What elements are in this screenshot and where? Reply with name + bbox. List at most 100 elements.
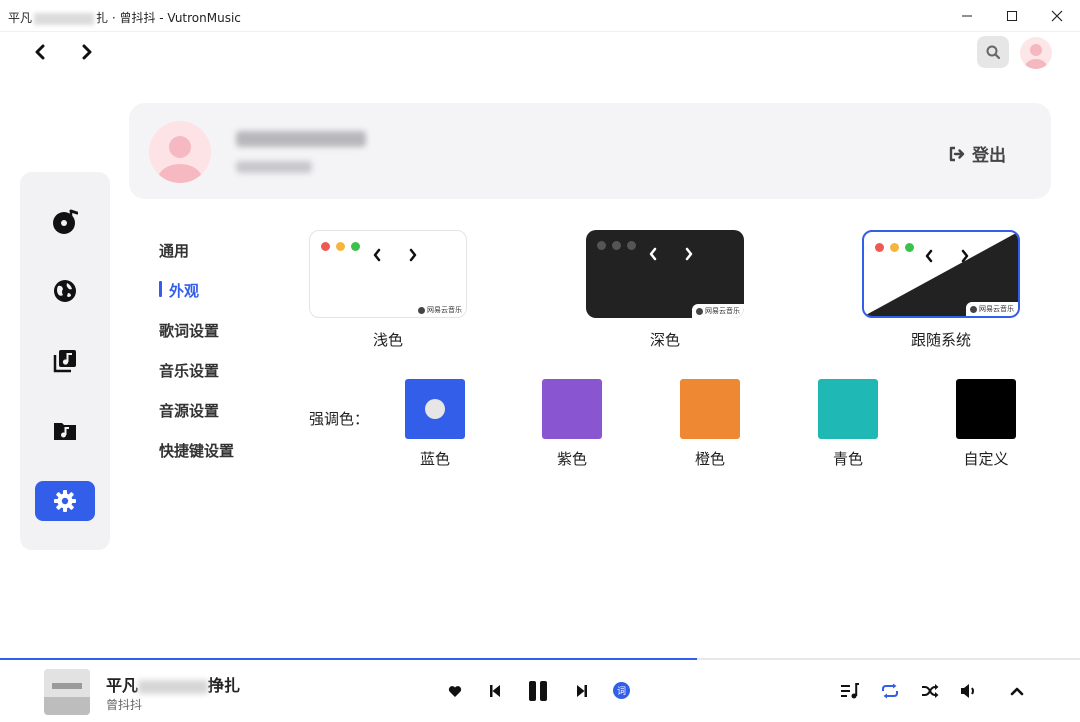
gear-icon [54, 490, 76, 512]
avatar-icon [1025, 44, 1047, 69]
volume-icon [961, 684, 974, 698]
sidebar-item-explore[interactable] [35, 271, 95, 311]
repeat-button[interactable] [880, 681, 900, 701]
accent-option-custom[interactable]: 自定义 [956, 379, 1016, 468]
blurred-user-info [236, 161, 312, 173]
chevron-right-icon [82, 44, 92, 60]
sidebar-item-settings[interactable] [35, 481, 95, 521]
blurred-username [236, 131, 366, 147]
lyrics-button[interactable]: 词 [613, 682, 630, 699]
accent-swatch [542, 379, 602, 439]
chevron-up-icon [1010, 687, 1024, 696]
theme-preview-dark: 网易云音乐 [586, 230, 744, 318]
settings-nav-general[interactable]: 通用 [159, 240, 279, 261]
heart-icon [448, 685, 462, 697]
theme-preview-system: 网易云音乐 [862, 230, 1020, 318]
settings-nav-lyrics[interactable]: 歌词设置 [159, 320, 279, 341]
accent-option-cyan[interactable]: 青色 [818, 379, 878, 468]
chevron-left-icon [925, 249, 933, 263]
settings-nav-source[interactable]: 音源设置 [159, 400, 279, 421]
maximize-icon [1007, 11, 1017, 21]
pause-icon [529, 681, 547, 701]
song-artist[interactable]: 曾抖抖 [106, 696, 142, 713]
profile-card: 登出 [129, 103, 1051, 199]
watermark: 网易云音乐 [414, 303, 466, 317]
blurred-text [138, 679, 209, 694]
expand-lyrics-button[interactable] [1007, 681, 1027, 701]
sidebar [20, 172, 110, 550]
maximize-button[interactable] [989, 0, 1035, 32]
chevron-left-icon [35, 44, 45, 60]
logout-button[interactable]: 登出 [948, 141, 1006, 166]
settings-nav-music[interactable]: 音乐设置 [159, 360, 279, 381]
minimize-icon [962, 15, 972, 17]
theme-preview-light: 网易云音乐 [309, 230, 467, 318]
accent-label: 自定义 [963, 450, 1009, 468]
album-cover-image [44, 669, 90, 715]
accent-label: 紫色 [556, 450, 587, 468]
blurred-text [34, 12, 95, 25]
playlist-button[interactable] [840, 681, 860, 701]
settings-nav-appearance[interactable]: 外观 [159, 280, 279, 301]
accent-label: 橙色 [694, 450, 725, 468]
accent-swatch [680, 379, 740, 439]
shuffle-icon [922, 684, 939, 698]
chevron-right-icon [409, 248, 417, 262]
back-button[interactable] [28, 40, 52, 64]
like-button[interactable] [446, 682, 464, 700]
progress-fill [0, 658, 697, 660]
window-title: 平凡 扎 · 曾抖抖 - VutronMusic [8, 9, 241, 26]
sidebar-item-local-music[interactable] [35, 411, 95, 451]
theme-option-system[interactable]: 网易云音乐 跟随系统 [862, 230, 1020, 349]
search-button[interactable] [977, 36, 1009, 68]
sidebar-item-library[interactable] [35, 341, 95, 381]
music-folder-icon [54, 423, 76, 440]
skip-previous-icon [490, 685, 500, 697]
user-avatar-button[interactable] [1020, 37, 1052, 69]
watermark: 网易云音乐 [966, 302, 1018, 316]
accent-swatch [818, 379, 878, 439]
selected-indicator [425, 399, 445, 419]
music-library-icon [53, 350, 76, 373]
theme-label: 深色 [649, 331, 680, 349]
minimize-button[interactable] [944, 0, 990, 32]
progress-bar[interactable] [0, 658, 1080, 660]
search-icon [986, 45, 1001, 60]
chevron-left-icon [373, 248, 381, 262]
music-disc-icon [53, 209, 78, 234]
window-title-suffix: 扎 · 曾抖抖 - VutronMusic [96, 11, 241, 25]
chevron-right-icon [961, 249, 969, 263]
sidebar-item-music[interactable] [35, 202, 95, 242]
close-button[interactable] [1034, 0, 1080, 32]
accent-label: 蓝色 [419, 450, 450, 468]
theme-option-light[interactable]: 网易云音乐 浅色 [309, 230, 467, 349]
profile-avatar [149, 121, 211, 183]
chevron-right-icon [685, 247, 693, 261]
window-title-prefix: 平凡 [8, 11, 33, 25]
pause-button[interactable] [525, 678, 551, 704]
globe-icon [54, 280, 76, 302]
song-title[interactable]: 平凡 挣扎 [106, 672, 240, 696]
settings-nav-shortcuts[interactable]: 快捷键设置 [159, 440, 279, 461]
logout-icon [949, 146, 965, 161]
accent-swatch [405, 379, 465, 439]
close-icon [1051, 10, 1063, 22]
accent-option-blue[interactable]: 蓝色 [405, 379, 465, 468]
theme-label: 浅色 [372, 331, 403, 349]
avatar-icon [158, 136, 202, 183]
accent-color-label: 强调色： [309, 410, 370, 428]
volume-button[interactable] [959, 681, 979, 701]
next-button[interactable] [573, 682, 591, 700]
playlist-icon [841, 683, 859, 699]
theme-label: 跟随系统 [910, 331, 971, 349]
accent-label: 青色 [832, 450, 863, 468]
window-titlebar: 平凡 扎 · 曾抖抖 - VutronMusic [0, 0, 1080, 32]
accent-option-purple[interactable]: 紫色 [542, 379, 602, 468]
previous-button[interactable] [486, 682, 504, 700]
album-cover[interactable] [44, 669, 90, 715]
shuffle-button[interactable] [920, 681, 940, 701]
theme-option-dark[interactable]: 网易云音乐 深色 [586, 230, 744, 349]
forward-button[interactable] [75, 40, 99, 64]
accent-swatch [956, 379, 1016, 439]
accent-option-orange[interactable]: 橙色 [680, 379, 740, 468]
